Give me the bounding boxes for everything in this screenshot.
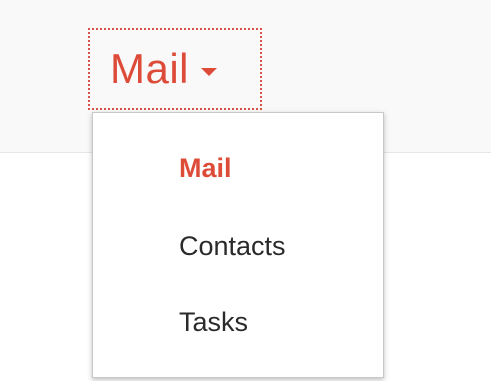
app-switcher-label: Mail — [110, 45, 190, 92]
menu-item-tasks[interactable]: Tasks — [179, 307, 248, 338]
app-switcher-menu: Mail Contacts Tasks — [92, 112, 384, 378]
caret-down-icon — [201, 68, 218, 76]
app-switcher-button[interactable]: Mail — [88, 28, 262, 110]
menu-item-mail[interactable]: Mail — [179, 153, 232, 184]
menu-item-contacts[interactable]: Contacts — [179, 231, 286, 262]
page: Mail Mail Contacts Tasks — [0, 0, 491, 381]
